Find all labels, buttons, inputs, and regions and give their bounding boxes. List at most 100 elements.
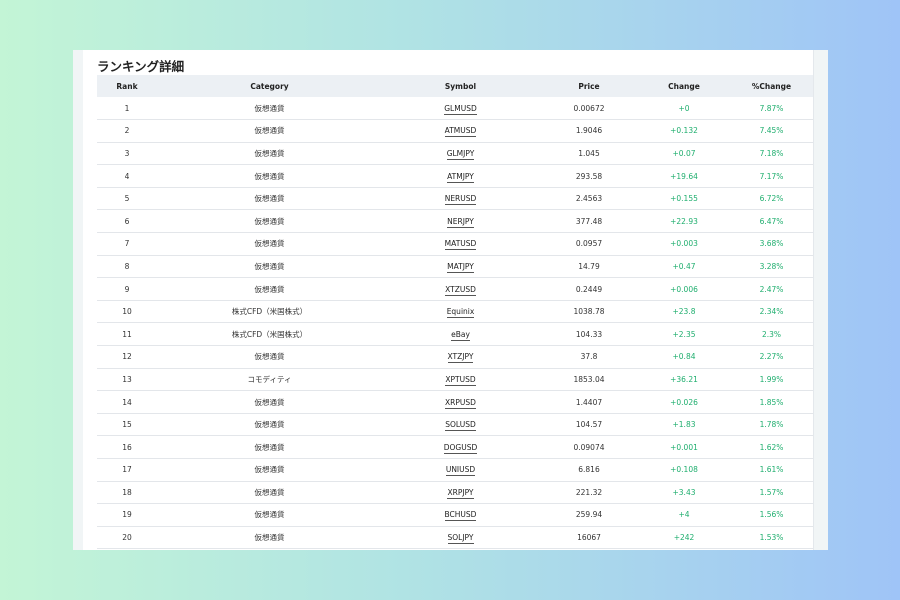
price-cell: 1.9046 xyxy=(575,126,603,136)
table-row: 18 仮想通貨 XRPJPY 221.32 +3.43 1.57% xyxy=(97,481,813,504)
category-cell: 仮想通貨 xyxy=(254,420,285,430)
symbol-cell: ATMJPY xyxy=(382,165,539,188)
category-cell: コモディティ xyxy=(247,374,292,384)
price-cell: 104.33 xyxy=(575,329,603,339)
category-cell: 仮想通貨 xyxy=(254,510,285,520)
symbol-link[interactable]: XTZJPY xyxy=(447,352,474,364)
symbol-link[interactable]: eBay xyxy=(451,329,470,341)
category-cell: 仮想通貨 xyxy=(254,465,285,475)
pct-change-cell: 1.99% xyxy=(759,374,784,384)
symbol-cell: Equinix xyxy=(382,300,539,323)
rank-cell: 4 xyxy=(124,171,130,181)
pct-change-cell: 1.53% xyxy=(759,533,784,543)
rank-cell: 2 xyxy=(124,126,130,136)
header-rank: Rank xyxy=(116,81,138,91)
pct-change-cell: 1.78% xyxy=(759,420,784,430)
category-cell: 仮想通貨 xyxy=(254,397,285,407)
category-cell: 株式CFD（米国株式） xyxy=(231,329,308,339)
rank-cell: 20 xyxy=(122,533,132,543)
symbol-link[interactable]: SOLUSD xyxy=(445,420,476,432)
price-cell: 16067 xyxy=(577,533,601,543)
category-cell: 仮想通貨 xyxy=(254,352,285,362)
table-row: 9 仮想通貨 XTZUSD 0.2449 +0.006 2.47% xyxy=(97,278,813,301)
pct-change-cell: 1.61% xyxy=(759,465,784,475)
table-row: 7 仮想通貨 MATUSD 0.0957 +0.003 3.68% xyxy=(97,233,813,256)
ranking-panel: ランキング詳細 Rank Category Symbol Price Chang… xyxy=(83,50,814,550)
table-row: 10 株式CFD（米国株式） Equinix 1038.78 +23.8 2.34% xyxy=(97,300,813,323)
change-cell: +0.006 xyxy=(670,284,698,294)
pct-change-cell: 1.57% xyxy=(759,487,784,497)
category-cell: 仮想通貨 xyxy=(254,194,285,204)
symbol-cell: XPTUSD xyxy=(382,368,539,391)
table-row: 1 仮想通貨 GLMUSD 0.00672 +0 7.87% xyxy=(97,97,813,120)
price-cell: 6.816 xyxy=(578,465,600,475)
change-cell: +0.47 xyxy=(672,261,696,271)
change-cell: +0 xyxy=(678,103,690,113)
price-cell: 1853.04 xyxy=(573,374,605,384)
symbol-cell: SOLUSD xyxy=(382,413,539,436)
symbol-link[interactable]: NERUSD xyxy=(444,194,477,206)
symbol-link[interactable]: GLMJPY xyxy=(446,148,475,160)
rank-cell: 14 xyxy=(122,397,132,407)
table-row: 4 仮想通貨 ATMJPY 293.58 +19.64 7.17% xyxy=(97,165,813,188)
table-row: 8 仮想通貨 MATJPY 14.79 +0.47 3.28% xyxy=(97,255,813,278)
symbol-link[interactable]: GLMUSD xyxy=(444,103,477,115)
change-cell: +4 xyxy=(678,510,690,520)
symbol-link[interactable]: NERJPY xyxy=(447,216,474,228)
category-cell: 仮想通貨 xyxy=(254,148,285,158)
symbol-cell: UNIUSD xyxy=(382,459,539,482)
rank-cell: 7 xyxy=(124,239,130,249)
header-category: Category xyxy=(250,81,289,91)
symbol-link[interactable]: ATMJPY xyxy=(447,171,474,183)
pct-change-cell: 7.17% xyxy=(759,171,784,181)
symbol-link[interactable]: XTZUSD xyxy=(445,284,476,296)
symbol-cell: MATUSD xyxy=(382,233,539,256)
price-cell: 104.57 xyxy=(575,420,603,430)
pct-change-cell: 3.68% xyxy=(759,239,784,249)
symbol-cell: MATJPY xyxy=(382,255,539,278)
pct-change-cell: 3.28% xyxy=(759,261,784,271)
rank-cell: 18 xyxy=(122,487,132,497)
symbol-link[interactable]: UNIUSD xyxy=(445,465,476,477)
change-cell: +2.35 xyxy=(672,329,696,339)
symbol-link[interactable]: Equinix xyxy=(446,307,475,319)
price-cell: 221.32 xyxy=(575,487,603,497)
rank-cell: 1 xyxy=(124,103,130,113)
rank-cell: 3 xyxy=(124,148,130,158)
change-cell: +1.83 xyxy=(672,420,696,430)
pct-change-cell: 1.62% xyxy=(759,442,784,452)
pct-change-cell: 6.47% xyxy=(759,216,784,226)
pct-change-cell: 1.56% xyxy=(759,510,784,520)
table-row: 6 仮想通貨 NERJPY 377.48 +22.93 6.47% xyxy=(97,210,813,233)
symbol-link[interactable]: XRPUSD xyxy=(445,397,476,409)
price-cell: 0.00672 xyxy=(573,103,605,113)
category-cell: 仮想通貨 xyxy=(254,126,285,136)
price-cell: 37.8 xyxy=(580,352,598,362)
table-row: 3 仮想通貨 GLMJPY 1.045 +0.07 7.18% xyxy=(97,142,813,165)
rank-cell: 5 xyxy=(124,194,130,204)
table-row: 19 仮想通貨 BCHUSD 259.94 +4 1.56% xyxy=(97,504,813,527)
symbol-link[interactable]: MATUSD xyxy=(444,239,477,251)
price-cell: 0.0957 xyxy=(575,239,603,249)
symbol-link[interactable]: MATJPY xyxy=(447,261,474,273)
symbol-link[interactable]: DOGUSD xyxy=(443,442,478,454)
symbol-link[interactable]: XPTUSD xyxy=(445,374,476,386)
symbol-link[interactable]: XRPJPY xyxy=(447,487,474,499)
table-row: 13 コモディティ XPTUSD 1853.04 +36.21 1.99% xyxy=(97,368,813,391)
page-title: ランキング詳細 xyxy=(97,59,185,74)
pct-change-cell: 1.85% xyxy=(759,397,784,407)
change-cell: +0.026 xyxy=(670,397,698,407)
price-cell: 259.94 xyxy=(575,510,603,520)
table-header-row: Rank Category Symbol Price Change %Chang… xyxy=(97,75,813,97)
category-cell: 仮想通貨 xyxy=(254,284,285,294)
category-cell: 仮想通貨 xyxy=(254,261,285,271)
symbol-cell: DOGUSD xyxy=(382,436,539,459)
symbol-link[interactable]: SOLJPY xyxy=(447,533,474,545)
symbol-link[interactable]: ATMUSD xyxy=(444,126,477,138)
rank-cell: 15 xyxy=(122,420,132,430)
pct-change-cell: 2.27% xyxy=(759,352,784,362)
symbol-cell: ATMUSD xyxy=(382,120,539,143)
change-cell: +0.108 xyxy=(670,465,698,475)
symbol-link[interactable]: BCHUSD xyxy=(444,510,477,522)
rank-cell: 6 xyxy=(124,216,130,226)
